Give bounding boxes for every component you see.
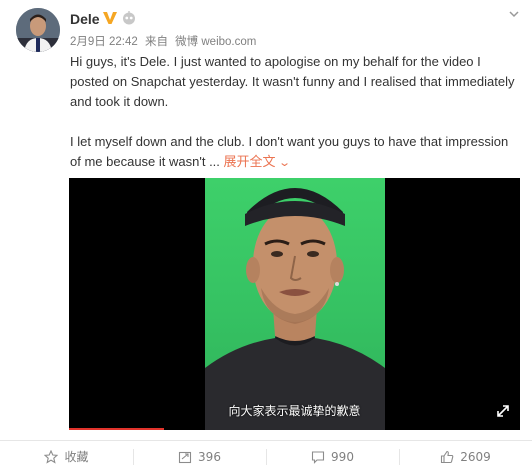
expand-full-text-link[interactable]: 展开全文 xyxy=(224,154,276,169)
comment-icon xyxy=(311,450,325,464)
favorite-button[interactable]: 收藏 xyxy=(0,441,133,472)
ellipsis: ... xyxy=(205,154,220,169)
post-paragraph-1: Hi guys, it's Dele. I just wanted to apo… xyxy=(70,54,515,109)
verified-v-icon xyxy=(103,12,117,24)
source-prefix: 来自 xyxy=(144,36,168,48)
post-source[interactable]: 微博 weibo.com xyxy=(175,36,256,48)
like-button[interactable]: 2609 xyxy=(399,441,532,472)
thumbs-up-icon xyxy=(441,450,454,463)
author-name[interactable]: Dele xyxy=(70,11,100,27)
fullscreen-icon[interactable] xyxy=(496,404,510,418)
expand-chevron-icon[interactable]: ⌄ xyxy=(278,153,291,173)
comment-count: 990 xyxy=(331,449,354,464)
avatar[interactable] xyxy=(16,8,60,52)
repost-icon xyxy=(178,451,192,463)
post-paragraph-2: I let myself down and the club. I don't … xyxy=(70,132,522,173)
video-frame xyxy=(205,178,385,430)
chevron-down-icon[interactable] xyxy=(508,8,520,20)
repost-count: 396 xyxy=(198,449,221,464)
video-player[interactable]: 向大家表示最诚挚的歉意 xyxy=(69,178,520,430)
avatar-photo xyxy=(16,8,60,52)
post-text: Hi guys, it's Dele. I just wanted to apo… xyxy=(70,52,522,173)
robot-icon[interactable] xyxy=(121,10,137,26)
video-progress[interactable] xyxy=(69,428,164,430)
video-still xyxy=(205,188,385,430)
star-icon xyxy=(44,449,59,464)
like-count: 2609 xyxy=(460,449,491,464)
post-meta: 2月9日 22:42 来自 微博 weibo.com xyxy=(70,33,260,49)
video-subtitle: 向大家表示最诚挚的歉意 xyxy=(228,404,361,418)
favorite-label: 收藏 xyxy=(64,450,89,464)
comment-button[interactable]: 990 xyxy=(266,441,399,472)
action-bar: 收藏 396 990 2609 xyxy=(0,440,532,472)
repost-button[interactable]: 396 xyxy=(133,441,266,472)
post-date[interactable]: 2月9日 22:42 xyxy=(70,36,138,48)
